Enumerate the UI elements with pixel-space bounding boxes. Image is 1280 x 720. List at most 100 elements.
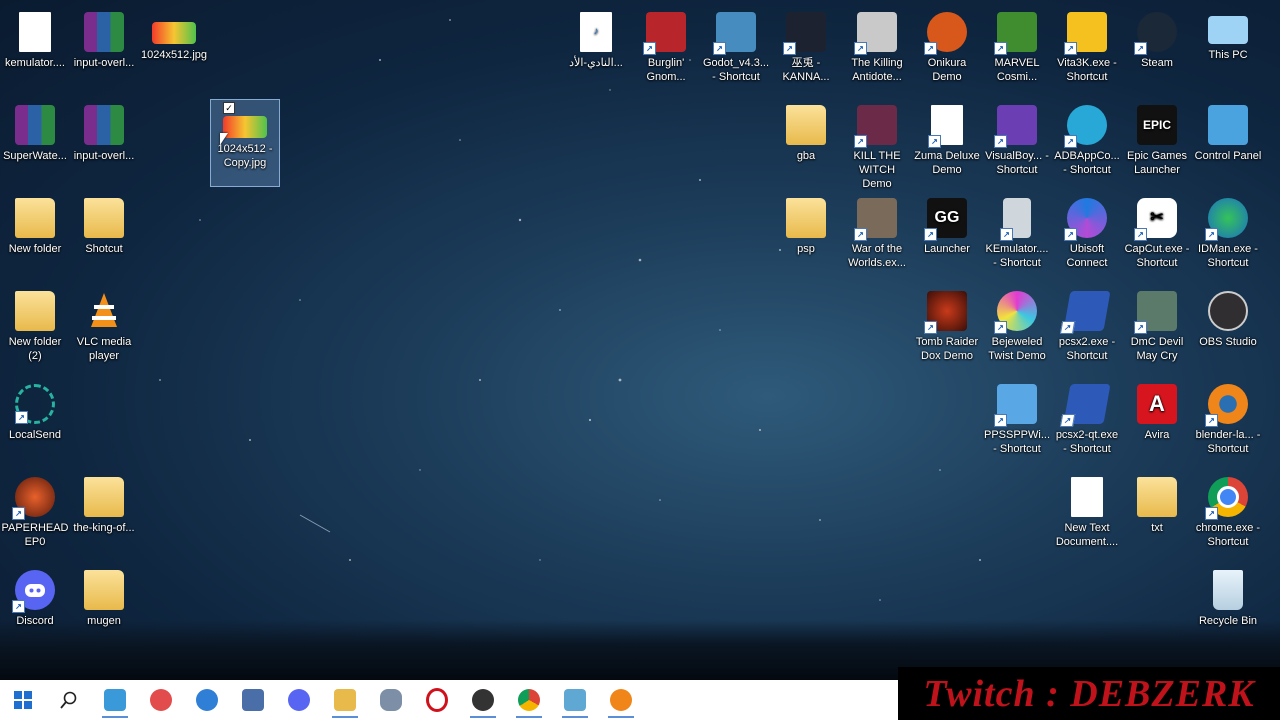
desktop-icon-new-text[interactable]: New Text Document.... [1052,471,1122,559]
shortcut-arrow-icon: ↗ [854,135,867,148]
desktop-icon-killing-antidote[interactable]: ↗ The Killing Antidote... [842,6,912,94]
icon-label: VisualBoy... - Shortcut [985,150,1049,176]
taskbar-app-mic[interactable] [138,680,184,720]
desktop-icon-this-pc[interactable]: This PC [1193,6,1263,94]
desktop-icon-obs[interactable]: OBS Studio [1193,285,1263,373]
desktop[interactable]: kemulator.... input-overl... 1024x512.jp… [0,0,1280,680]
desktop-icon-epic[interactable]: EPIC Epic Games Launcher [1122,99,1192,187]
desktop-icon-discord[interactable]: ↗ Discord [0,564,70,652]
shortcut-arrow-icon: ↗ [924,321,937,334]
ppsspp-icon: ↗ [994,384,1037,427]
taskbar-app-chrome[interactable] [506,680,552,720]
desktop-icon-ppsspp[interactable]: ↗ PPSSPPWi... - Shortcut [982,378,1052,466]
taskbar-app-document[interactable] [230,680,276,720]
desktop-icon-img-1024[interactable]: 1024x512.jpg [139,6,209,94]
desktop-icon-dmc[interactable]: ↗ DmC Devil May Cry [1122,285,1192,373]
taskbar-app-blender[interactable] [598,680,644,720]
obs-icon [1208,291,1248,331]
taskbar-app-fish[interactable] [92,680,138,720]
taskbar-app-file-explorer[interactable] [322,680,368,720]
taskbar-app-gamepad[interactable] [368,680,414,720]
desktop-icon-adbapp[interactable]: ↗ ADBAppCo... - Shortcut [1052,99,1122,187]
desktop-icon-zuma[interactable]: ↗ Zuma Deluxe Demo [912,99,982,187]
shortcut-arrow-icon: ↗ [924,42,937,55]
desktop-icon-launcher[interactable]: GG ↗ Launcher [912,192,982,280]
taskbar-app-obs[interactable] [460,680,506,720]
icon-label: War of the Worlds.ex... [848,243,906,269]
shortcut-arrow-icon: ↗ [783,42,796,55]
desktop-icon-input-overlay-2[interactable]: input-overl... [69,99,139,187]
folder-icon [84,198,124,238]
icon-label: Control Panel [1194,150,1262,162]
desktop-icon-paperhead[interactable]: ↗ PAPERHEAD EP0 [0,471,70,559]
icon-label: the-king-of... [73,522,135,534]
desktop-icon-kemulator[interactable]: kemulator.... [0,6,70,94]
desktop-icon-war-worlds[interactable]: ↗ War of the Worlds.ex... [842,192,912,280]
mouse-cursor-icon [220,133,228,145]
search-button[interactable] [46,680,92,720]
icon-label: LocalSend [9,429,61,441]
desktop-icon-marvel[interactable]: ↗ MARVEL Cosmi... [982,6,1052,94]
shortcut-arrow-icon: ↗ [1064,135,1077,148]
desktop-icon-superwater[interactable]: SuperWate... [0,99,70,187]
desktop-icon-control-panel[interactable]: Control Panel [1193,99,1263,187]
shortcut-arrow-icon: ↗ [928,135,941,148]
desktop-icon-new-folder-2[interactable]: New folder (2) [0,285,70,373]
desktop-icon-king-of[interactable]: the-king-of... [69,471,139,559]
desktop-icon-new-folder[interactable]: New folder [0,192,70,280]
icon-label: OBS Studio [1199,336,1257,348]
desktop-icon-vita3k[interactable]: ↗ Vita3K.exe - Shortcut [1052,6,1122,94]
desktop-icon-ubisoft[interactable]: ↗ Ubisoft Connect [1052,192,1122,280]
desktop-icon-psp[interactable]: psp [771,192,841,280]
taskbar-app-discord[interactable] [276,680,322,720]
desktop-icon-steam[interactable]: ↗ Steam [1122,6,1192,94]
blender-icon [610,689,632,711]
icon-label: input-overl... [73,57,135,69]
desktop-icon-onikura[interactable]: ↗ Onikura Demo [912,6,982,94]
shortcut-arrow-icon: ↗ [15,411,28,424]
start-button[interactable] [0,680,46,720]
desktop-icon-capcut[interactable]: ✂ ↗ CapCut.exe - Shortcut [1122,192,1192,280]
desktop-icon-shotcut[interactable]: Shotcut [69,192,139,280]
icon-label: Shotcut [85,243,123,255]
desktop-icon-recycle[interactable]: Recycle Bin [1193,564,1263,652]
desktop-icon-visualboy[interactable]: ↗ VisualBoy... - Shortcut [982,99,1052,187]
desktop-icon-tomb-raider[interactable]: ↗ Tomb Raider Dox Demo [912,285,982,373]
desktop-icon-kemulator-sc[interactable]: ↗ KEmulator.... - Shortcut [982,192,1052,280]
file-explorer-icon [334,689,356,711]
desktop-icon-pcsx2-qt[interactable]: ↗ pcsx2-qt.exe - Shortcut [1052,378,1122,466]
notepad-icon [564,689,586,711]
icon-label: KILL THE WITCH Demo [853,150,901,190]
desktop-icon-godot[interactable]: ↗ Godot_v4.3... - Shortcut [701,6,771,94]
winrar-icon [84,12,124,52]
selection-checkbox[interactable]: ✓ [223,102,235,114]
desktop-icon-input-overlay-1[interactable]: input-overl... [69,6,139,94]
taskbar-app-notepad[interactable] [552,680,598,720]
shortcut-arrow-icon: ↗ [1205,507,1218,520]
capcut-icon: ✂ ↗ [1134,198,1177,241]
desktop-icon-burglin[interactable]: ↗ Burglin' Gnom... [631,6,701,94]
desktop-icon-kill-witch[interactable]: ↗ KILL THE WITCH Demo [842,99,912,190]
icon-label: pcsx2-qt.exe - Shortcut [1055,429,1119,455]
ubisoft-icon: ↗ [1064,198,1107,241]
desktop-icon-bejeweled[interactable]: ↗ Bejeweled Twist Demo [982,285,1052,373]
desktop-icon-localsend[interactable]: ↗ LocalSend [0,378,70,466]
folder-icon [15,291,55,331]
icon-label: Godot_v4.3... - Shortcut [702,57,770,83]
desktop-icon-mugen[interactable]: mugen [69,564,139,652]
icon-label: psp [797,243,815,255]
icon-label: Bejeweled Twist Demo [988,336,1046,362]
desktop-icon-gba[interactable]: gba [771,99,841,187]
desktop-icon-blender[interactable]: ↗ blender-la... - Shortcut [1193,378,1263,466]
desktop-icon-vlc[interactable]: VLC media player [69,285,139,373]
taskbar-app-opera[interactable] [414,680,460,720]
desktop-icon-avira[interactable]: A Avira [1122,378,1192,466]
desktop-icon-idman[interactable]: ↗ IDMan.exe - Shortcut [1193,192,1263,280]
desktop-icon-pcsx2[interactable]: ↗ pcsx2.exe - Shortcut [1052,285,1122,373]
icon-label: 巫兎 - KANNA... [782,57,830,83]
taskbar-app-broadcast[interactable] [184,680,230,720]
desktop-icon-mp3[interactable]: ♪ النادي-الأد... [561,6,631,94]
desktop-icon-chrome[interactable]: ↗ chrome.exe - Shortcut [1193,471,1263,559]
desktop-icon-txt[interactable]: txt [1122,471,1192,559]
desktop-icon-kanna[interactable]: ↗ 巫兎 - KANNA... [771,6,841,94]
